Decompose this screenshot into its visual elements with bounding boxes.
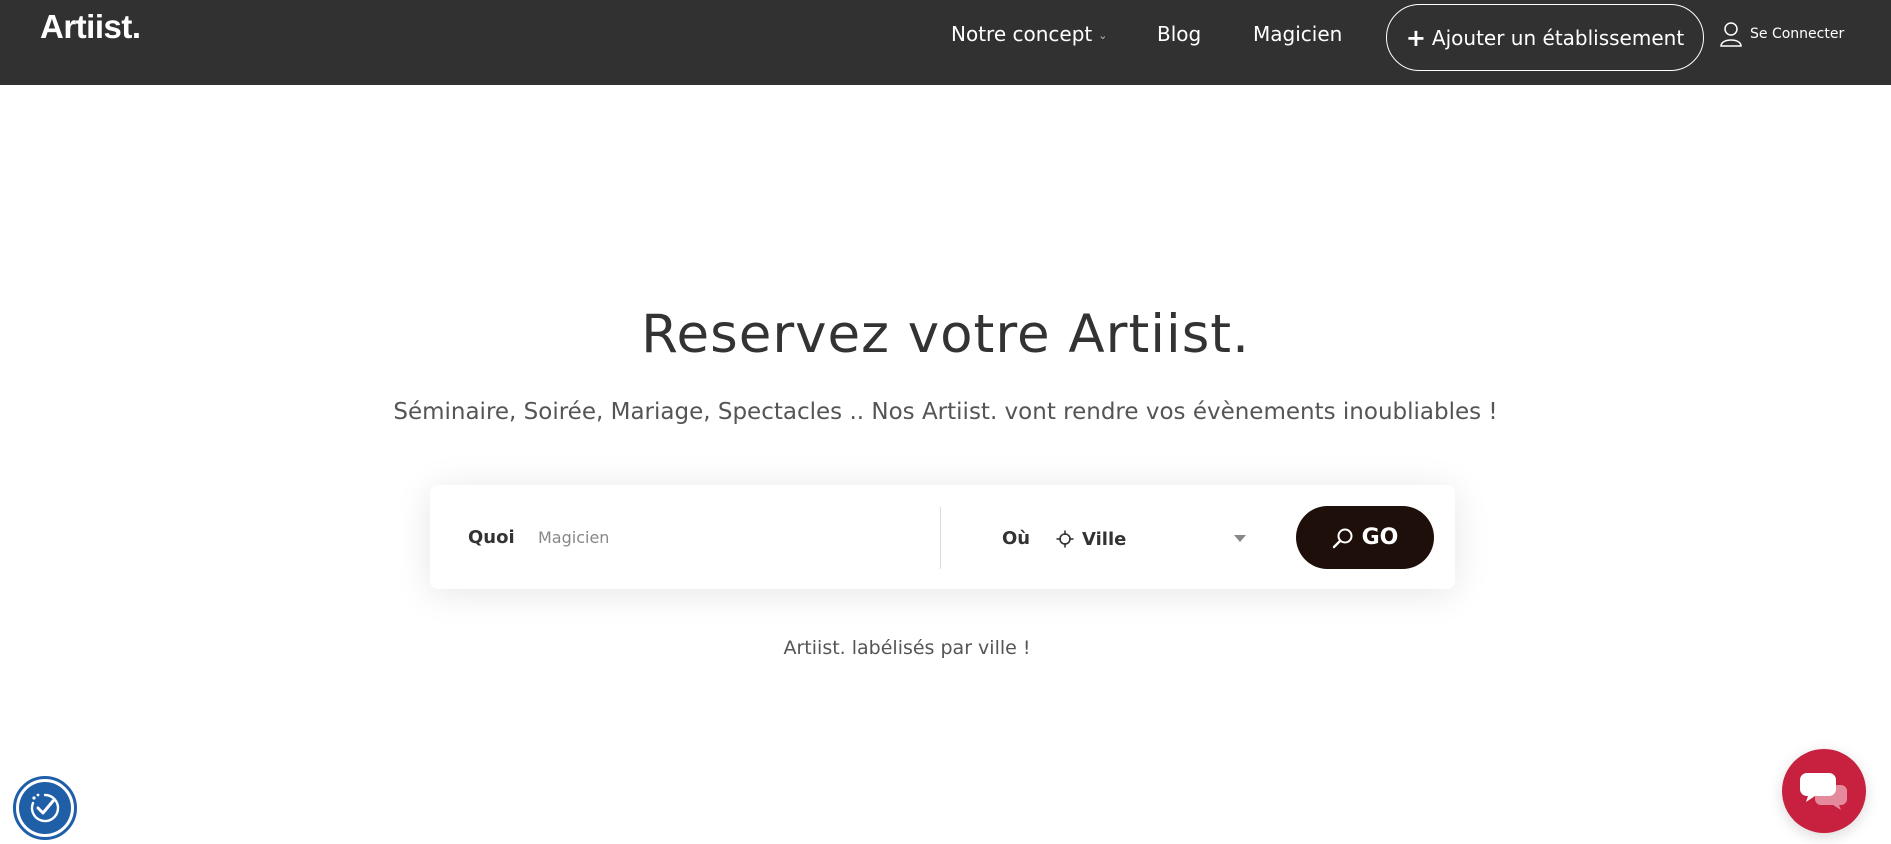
top-navbar: Artiist. Notre concept ⌄ Blog Magicien + … (0, 0, 1891, 85)
what-input[interactable] (538, 519, 918, 555)
city-select[interactable]: Ville (1056, 525, 1246, 553)
chevron-down-icon: ⌄ (1098, 29, 1108, 42)
go-button[interactable]: GO (1296, 506, 1434, 569)
page: Artiist. Notre concept ⌄ Blog Magicien + … (0, 0, 1891, 844)
search-icon (1332, 528, 1353, 548)
user-icon (1720, 22, 1742, 47)
nav-notre-concept[interactable]: Notre concept ⌄ (951, 22, 1107, 46)
nav-magicien[interactable]: Magicien (1253, 22, 1342, 46)
logo[interactable]: Artiist. (40, 8, 141, 46)
crosshair-icon (1056, 530, 1074, 548)
plus-icon: + (1405, 23, 1426, 52)
go-label: GO (1361, 525, 1399, 550)
search-divider (940, 507, 941, 569)
where-label: Où (1002, 528, 1031, 549)
nav-notre-concept-label: Notre concept (951, 22, 1093, 46)
accessibility-button[interactable] (13, 776, 77, 840)
add-establishment-label: Ajouter un établissement (1431, 25, 1685, 50)
chat-icon (1800, 773, 1847, 810)
accessibility-icon (19, 782, 71, 834)
add-establishment-button[interactable]: + Ajouter un établissement (1386, 4, 1704, 71)
tagline: Artiist. labélisés par ville ! (783, 637, 1031, 659)
caret-down-icon (1234, 535, 1246, 542)
chat-button[interactable] (1782, 749, 1866, 833)
nav-blog[interactable]: Blog (1157, 22, 1201, 46)
login-link[interactable]: Se Connecter (1720, 21, 1844, 47)
login-label: Se Connecter (1750, 26, 1845, 42)
hero-subtitle: Séminaire, Soirée, Mariage, Spectacles .… (393, 399, 1498, 425)
city-select-value: Ville (1082, 528, 1127, 550)
search-form: Quoi Où Ville GO (430, 485, 1455, 589)
hero-title: Reservez votre Artiist. (641, 304, 1250, 365)
what-label: Quoi (468, 527, 515, 548)
